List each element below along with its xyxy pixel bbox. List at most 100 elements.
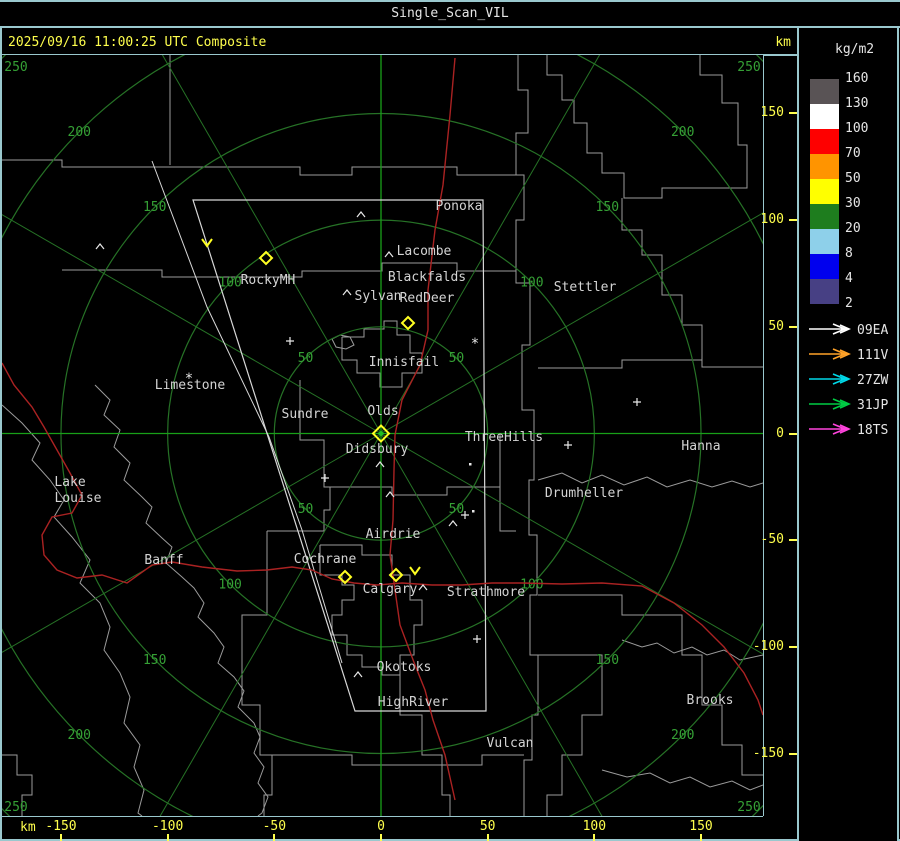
right-axis: 150 100 50 0 -50 -100 -150	[753, 55, 798, 816]
azimuth-spoke	[380, 433, 867, 714]
city-label: Drumheller	[545, 486, 623, 501]
colorbar-swatch	[810, 79, 839, 104]
city-label: Innisfail	[369, 355, 439, 370]
city-label: RedDeer	[400, 291, 455, 306]
window-title: Single_Scan_VIL	[391, 6, 509, 21]
cell-caret-marker	[418, 584, 428, 591]
city-label: Lake	[54, 475, 85, 490]
bottom-axis-tick-label: 100	[582, 819, 607, 834]
map-canvas[interactable]: 50 50 50 50 100 100 100 100 150 150 150 150 200 200 20…	[0, 0, 900, 841]
cell-caret-marker	[353, 671, 363, 678]
colorbar-value-label: 70	[845, 146, 861, 161]
county-boundary-line	[499, 487, 516, 532]
right-axis-tick-label: 100	[760, 212, 784, 228]
bottom-axis-tick	[593, 834, 596, 841]
range-ring-label: 50	[298, 502, 314, 517]
legend-panel: kg/m2 160 130 100 70 50 30 20 8 4 2 09EA 111V 27ZW 3…	[799, 28, 897, 841]
storm-track-id-label: 27ZW	[857, 373, 889, 388]
colorbar-swatch	[810, 179, 839, 204]
range-ring-label: 150	[596, 200, 619, 215]
cell-star-marker: *	[471, 336, 479, 352]
county-boundary-line	[621, 639, 764, 661]
storm-track-id-label: 18TS	[857, 423, 889, 438]
arrow-glyph	[809, 373, 851, 385]
cell-caret-marker	[384, 251, 394, 258]
county-boundary-line	[546, 55, 748, 199]
cell-caret-marker	[356, 211, 366, 218]
right-axis-tick	[789, 432, 797, 435]
city-label: Lacombe	[397, 244, 452, 259]
county-boundary-line	[1, 404, 145, 817]
right-axis-tick-label: 150	[760, 105, 784, 121]
city-label: Vulcan	[487, 736, 534, 751]
city-label: Banff	[144, 553, 183, 568]
county-boundary-line	[538, 654, 603, 816]
storm-track-id-label: 09EA	[857, 323, 889, 338]
right-axis-tick-label: -100	[752, 638, 784, 654]
city-label: Okotoks	[377, 660, 432, 675]
county-boundary-line	[538, 359, 763, 369]
right-axis-tick	[789, 645, 797, 648]
cell-caret-marker	[448, 520, 458, 527]
colorbar-value-label: 30	[845, 196, 861, 211]
range-ring-label: 250	[737, 800, 760, 815]
storm-track-row: 09EA	[805, 322, 897, 338]
city-label: Stettler	[554, 280, 617, 295]
city-label: HighRiver	[378, 695, 449, 710]
city-label: Hanna	[681, 439, 720, 454]
range-ring-label: 250	[4, 60, 27, 75]
range-ring-label: 150	[143, 200, 166, 215]
bottom-axis-tick-label: -150	[45, 819, 77, 834]
arrow-glyph	[809, 423, 851, 435]
azimuth-spoke	[145, 433, 382, 841]
cell-caret-marker	[375, 461, 385, 468]
right-axis-tick	[789, 112, 797, 115]
colorbar-swatch	[810, 279, 839, 304]
cell-plus-marker	[286, 337, 294, 345]
storm-track-arrow-icon	[809, 373, 851, 385]
storm-track-id-label: 111V	[857, 348, 889, 363]
colorbar-value-label: 8	[845, 246, 853, 261]
radar-site-center-dot	[378, 430, 384, 437]
cell-plus-marker	[564, 441, 572, 449]
storm-cell-diamond	[400, 315, 416, 331]
cell-plus-marker	[633, 398, 641, 406]
colorbar-swatch	[810, 104, 839, 129]
bottom-axis-tick-label: 50	[479, 819, 496, 834]
arrow-glyph	[809, 348, 851, 360]
storm-track-arrow-icon	[809, 348, 851, 360]
range-ring-label: 50	[449, 351, 465, 366]
bottom-axis-tick	[59, 834, 62, 841]
bottom-axis-unit: km	[20, 820, 36, 835]
right-axis-tick	[789, 325, 797, 328]
city-label: Calgary	[363, 582, 418, 597]
right-axis-tick	[789, 752, 797, 755]
right-axis-tick-label: -50	[760, 532, 784, 548]
bottom-axis-tick-label: 0	[377, 819, 385, 834]
range-ring-label: 200	[68, 125, 91, 140]
storm-track-row: 18TS	[805, 422, 897, 438]
city-label: Blackfalds	[388, 270, 466, 285]
bottom-axis-tick-label: -100	[151, 819, 184, 834]
right-axis-tick	[789, 219, 797, 222]
county-boundary-line	[272, 754, 524, 766]
county-boundary-line	[621, 198, 703, 360]
storm-track-arrow-icon	[809, 323, 851, 335]
range-ring-label: 250	[737, 60, 760, 75]
colorbar-swatch	[810, 204, 839, 229]
bottom-axis-tick	[380, 834, 382, 841]
cell-caret-marker	[342, 289, 352, 296]
city-label: Sylvan	[355, 289, 402, 304]
city-label: Brooks	[687, 693, 734, 708]
title-divider-line	[0, 26, 900, 28]
colorbar-value-label: 4	[845, 271, 853, 286]
arrow-glyph	[809, 398, 851, 410]
bottom-axis: km -150 -100 -50 0 50 100 150	[0, 816, 798, 841]
bottom-axis-tick	[273, 834, 276, 841]
cell-plus-marker	[321, 474, 329, 482]
city-label: Strathmore	[447, 585, 525, 600]
colorbar-value-label: 130	[845, 96, 869, 111]
city-label: Cochrane	[294, 552, 357, 567]
range-ring-label: 100	[520, 276, 543, 291]
colorbar-swatch	[810, 229, 839, 254]
